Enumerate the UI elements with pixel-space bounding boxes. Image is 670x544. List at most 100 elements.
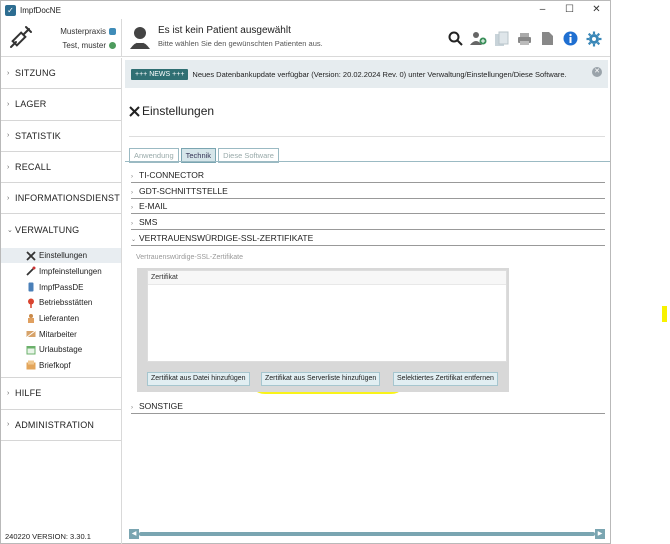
chevron-right-icon: ›: [7, 194, 10, 202]
chevron-right-icon: ›: [7, 163, 10, 171]
patient-avatar-icon: [130, 27, 150, 49]
accordion-ti-connector[interactable]: › TI-CONNECTOR: [131, 168, 605, 183]
nav-statistik[interactable]: › STATISTIK: [1, 121, 121, 152]
nav-label: VERWALTUNG: [15, 225, 80, 236]
window-controls: – ☐ ✕: [529, 1, 610, 19]
close-icon[interactable]: ✕: [592, 67, 602, 77]
sidebar-item-lieferanten[interactable]: Lieferanten: [1, 311, 121, 327]
horizontal-scrollbar[interactable]: ◀ ▶: [129, 529, 605, 539]
verwaltung-submenu: Einstellungen Impfeinstellungen ImpfPass…: [1, 246, 121, 379]
sidebar-item-impfpassde[interactable]: ImpfPassDE: [1, 279, 121, 295]
header-toolbar: [447, 30, 602, 47]
table-header: Zertifikat: [148, 271, 506, 285]
main-content: +++ NEWS +++ Neues Datenbankupdate verfü…: [123, 58, 610, 544]
app-header: Musterpraxis Test, muster Es ist kein Pa…: [1, 19, 610, 57]
patient-subtitle: Bitte wählen Sie den gewünschten Patient…: [158, 39, 323, 48]
chevron-right-icon: ›: [7, 69, 10, 77]
sidebar-item-briefkopf[interactable]: Briefkopf: [1, 358, 121, 374]
accordion-sms[interactable]: › SMS: [131, 215, 605, 230]
practice-panel: Musterpraxis Test, muster: [1, 19, 122, 57]
remove-selected-button[interactable]: Selektiertes Zertifikat entfernen: [393, 372, 498, 386]
news-banner: +++ NEWS +++ Neues Datenbankupdate verfü…: [125, 60, 608, 88]
tab-divider: [125, 161, 610, 162]
accordion-label: E-MAIL: [139, 201, 168, 211]
app-window: ✓ ImpfDocNE – ☐ ✕ Musterpraxis Test, mus…: [0, 0, 611, 544]
chevron-right-icon: ›: [7, 421, 10, 429]
nav-hilfe[interactable]: › HILFE: [1, 378, 121, 410]
nav-label: RECALL: [15, 162, 52, 173]
sidebar-item-urlaubstage[interactable]: Urlaubstage: [1, 342, 121, 358]
tools-icon: [129, 105, 140, 117]
phone-icon: [28, 282, 34, 292]
syringe-icon: [26, 266, 36, 276]
print-icon[interactable]: [516, 30, 533, 47]
minimize-button[interactable]: –: [529, 1, 556, 19]
title-bar: ✓ ImpfDocNE – ☐ ✕: [1, 1, 610, 19]
sidebar: › SITZUNG › LAGER › STATISTIK › RECALL › INFO…: [1, 58, 122, 544]
nav-label: HILFE: [15, 388, 42, 399]
nav-administration[interactable]: › ADMINISTRATION: [1, 410, 121, 441]
nav-recall[interactable]: › RECALL: [1, 152, 121, 184]
accordion-sonstige[interactable]: › SONSTIGE: [131, 399, 605, 414]
info-icon[interactable]: [562, 30, 579, 47]
certificate-table[interactable]: Zertifikat: [147, 270, 507, 362]
accordion-label: VERTRAUENSWÜRDIGE-SSL-ZERTIFIKATE: [139, 233, 314, 243]
news-text[interactable]: Neues Datenbankupdate verfügbar (Version…: [192, 70, 566, 79]
sidebar-item-einstellungen[interactable]: Einstellungen: [1, 247, 121, 264]
add-from-file-button[interactable]: Zertifikat aus Datei hinzufügen: [147, 372, 250, 386]
document-icon[interactable]: [539, 30, 556, 47]
tools-icon: [26, 250, 36, 261]
page-title: Einstellungen: [129, 104, 214, 118]
chevron-right-icon: ›: [7, 132, 10, 140]
copy-icon[interactable]: [493, 30, 510, 47]
search-icon[interactable]: [447, 30, 464, 47]
divider: [129, 136, 605, 137]
practice-name: Musterpraxis: [60, 27, 106, 36]
scroll-left-icon[interactable]: ◀: [129, 529, 139, 539]
sidebar-item-label: ImpfPassDE: [39, 282, 84, 292]
chevron-right-icon: ›: [131, 220, 133, 227]
nav-label: SITZUNG: [15, 68, 56, 79]
news-badge: +++ NEWS +++: [131, 68, 189, 80]
nav-verwaltung[interactable]: ⌄ VERWALTUNG: [1, 214, 121, 245]
add-from-server-button[interactable]: Zertifikat aus Serverliste hinzufügen: [261, 372, 381, 386]
sidebar-item-label: Briefkopf: [39, 360, 71, 370]
gear-icon[interactable]: [585, 30, 602, 47]
nav-lager[interactable]: › LAGER: [1, 89, 121, 121]
app-icon: ✓: [5, 4, 16, 16]
staff-icon: [26, 330, 36, 338]
nav-sitzung[interactable]: › SITZUNG: [1, 58, 121, 90]
nav-label: LAGER: [15, 99, 47, 110]
accordion-ssl-zertifikate[interactable]: ⌄ VERTRAUENSWÜRDIGE-SSL-ZERTIFIKATE: [131, 231, 605, 246]
ssl-section-label: Vertrauenswürdige-SSL-Zertifikate: [136, 254, 243, 261]
chevron-right-icon: ›: [7, 389, 10, 397]
sidebar-item-mitarbeiter[interactable]: Mitarbeiter: [1, 326, 121, 342]
chevron-right-icon: ›: [7, 100, 10, 108]
chevron-right-icon: ›: [131, 404, 133, 411]
add-patient-icon[interactable]: [470, 30, 487, 47]
nav-label: STATISTIK: [15, 130, 61, 141]
scrollbar-thumb[interactable]: [139, 532, 595, 536]
user-icon[interactable]: [109, 42, 116, 50]
scroll-right-icon[interactable]: ▶: [595, 529, 605, 539]
nav-informationsdienst[interactable]: › INFORMATIONSDIENST: [1, 183, 121, 215]
sidebar-item-impfeinstellungen[interactable]: Impfeinstellungen: [1, 263, 121, 279]
chevron-down-icon: ⌄: [7, 227, 14, 235]
pin-icon: [28, 298, 34, 308]
accordion-email[interactable]: › E-MAIL: [131, 199, 605, 214]
ssl-panel: Zertifikat Zertifikat aus Datei hinzufüg…: [137, 268, 509, 392]
version-label: 240220 VERSION: 3.30.1: [5, 532, 91, 541]
maximize-button[interactable]: ☐: [556, 1, 583, 19]
sidebar-item-betriebsstaetten[interactable]: Betriebsstätten: [1, 295, 121, 311]
accordion-gdt-schnittstelle[interactable]: › GDT-SCHNITTSTELLE: [131, 184, 605, 199]
sidebar-item-label: Betriebsstätten: [39, 298, 93, 308]
letterhead-icon: [26, 360, 36, 370]
close-button[interactable]: ✕: [583, 1, 610, 19]
chevron-right-icon: ›: [131, 204, 133, 211]
lock-icon[interactable]: [109, 28, 116, 36]
sidebar-item-label: Lieferanten: [39, 313, 80, 323]
sidebar-item-label: Einstellungen: [39, 251, 88, 261]
practice-info: Musterpraxis Test, muster: [60, 25, 116, 53]
user-name: Test, muster: [62, 41, 106, 50]
sidebar-item-label: Urlaubstage: [39, 345, 83, 355]
